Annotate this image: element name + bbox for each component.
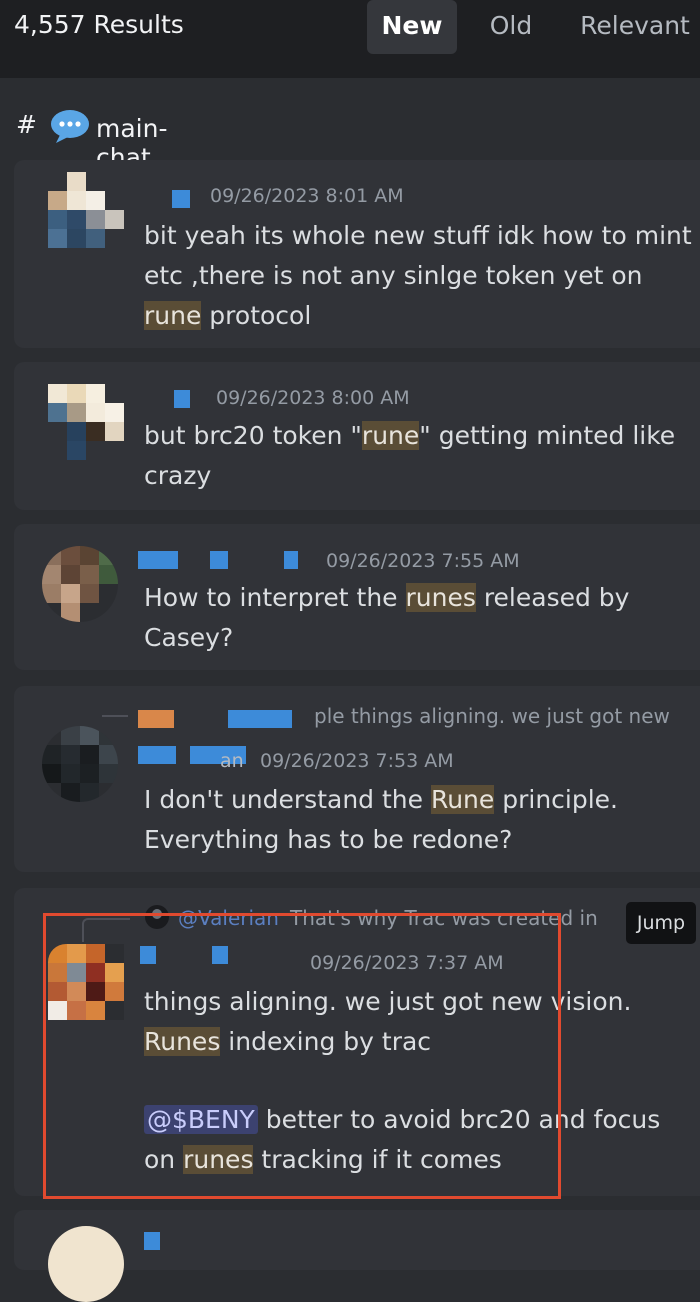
message-text-line: crazy [144,461,212,490]
message-text: How to interpret the [144,583,406,612]
search-match-highlight: Runes [144,1027,221,1056]
search-match-highlight: rune [144,301,202,330]
message-text: indexing by trac [220,1027,432,1056]
timestamp: 09/26/2023 7:55 AM [326,550,520,572]
message-text: principle. [494,785,618,814]
user-mention[interactable]: @$BENY [144,1105,258,1134]
message-text: tracking if it comes [253,1145,502,1174]
message-text-line: Runes indexing by trac [144,1022,431,1062]
username-redacted[interactable] [174,390,190,408]
search-result-message[interactable]: 09/26/2023 8:01 AM bit yeah its whole ne… [14,160,700,348]
avatar [48,172,124,248]
message-text: released by [475,583,630,612]
message-text-line: Casey? [144,623,234,652]
message-text-line: bit yeah its whole new stuff idk how to … [144,221,692,250]
search-result-message[interactable]: ple things aligning. we just got new an … [14,686,700,872]
username-redacted[interactable] [210,551,228,569]
username-fragment: an [220,750,244,772]
reply-username-redacted[interactable] [228,710,292,728]
reply-connector [102,715,128,717]
message-text-line: things aligning. we just got new vision. [144,987,632,1016]
search-match-highlight: Rune [430,785,495,814]
reply-avatar [145,905,169,929]
avatar [48,944,124,1020]
username-redacted[interactable] [172,190,190,208]
tab-new[interactable]: New [367,0,457,54]
message-text-line: @$BENY better to avoid brc20 and focus [144,1100,660,1140]
timestamp: 09/26/2023 7:53 AM [260,750,454,772]
timestamp: 09/26/2023 8:00 AM [216,387,410,409]
search-results-header: 4,557 Results New Old Relevant [0,0,700,78]
search-result-message[interactable]: 09/26/2023 7:55 AM How to interpret the … [14,524,700,670]
message-text: protocol [201,301,312,330]
reply-author[interactable]: @Valerian [178,906,279,930]
speech-bubble-icon [51,110,89,143]
search-result-message[interactable]: @Valerian That's why Trac was created in… [14,888,700,1196]
message-text-line: etc ,there is not any sinlge token yet o… [144,261,643,290]
tab-old[interactable]: Old [472,0,550,54]
results-count: 4,557 Results [14,10,184,39]
message-text: on [144,1145,184,1174]
message-text: " getting minted like [419,421,676,450]
message-text-line: but brc20 token "rune" getting minted li… [144,416,675,456]
jump-button[interactable]: Jump [626,902,696,944]
username-redacted[interactable] [138,551,178,569]
message-text: better to avoid brc20 and focus [257,1105,661,1134]
search-result-message[interactable]: 09/26/2023 8:00 AM but brc20 token "rune… [14,362,700,510]
avatar [42,546,118,622]
timestamp: 09/26/2023 8:01 AM [210,185,404,207]
message-text-line: Everything has to be redone? [144,825,513,854]
avatar [48,1226,124,1302]
message-text: I don't understand the [144,785,431,814]
message-text: but brc20 token " [144,421,362,450]
search-match-highlight: rune [361,421,420,450]
message-text-line: on runes tracking if it comes [144,1140,502,1180]
message-text-line: How to interpret the runes released by [144,578,629,618]
username-redacted[interactable] [138,746,176,764]
message-text-line: I don't understand the Rune principle. [144,780,618,820]
timestamp: 09/26/2023 7:37 AM [310,952,504,974]
username-redacted[interactable] [140,946,156,964]
search-result-message[interactable] [14,1210,700,1302]
avatar [48,384,124,460]
search-match-highlight: runes [405,583,476,612]
channel-hash-icon: # [16,110,37,139]
username-redacted[interactable] [284,551,298,569]
avatar [42,726,118,802]
tab-relevant[interactable]: Relevant [570,0,700,54]
reply-avatar-redacted [138,710,174,728]
search-match-highlight: runes [183,1145,254,1174]
reply-preview[interactable]: That's why Trac was created in [290,906,598,930]
username-redacted[interactable] [212,946,228,964]
message-text-line: rune protocol [144,296,311,336]
username-redacted[interactable] [144,1232,160,1250]
reply-preview[interactable]: ple things aligning. we just got new [314,704,670,728]
reply-connector [82,918,130,942]
